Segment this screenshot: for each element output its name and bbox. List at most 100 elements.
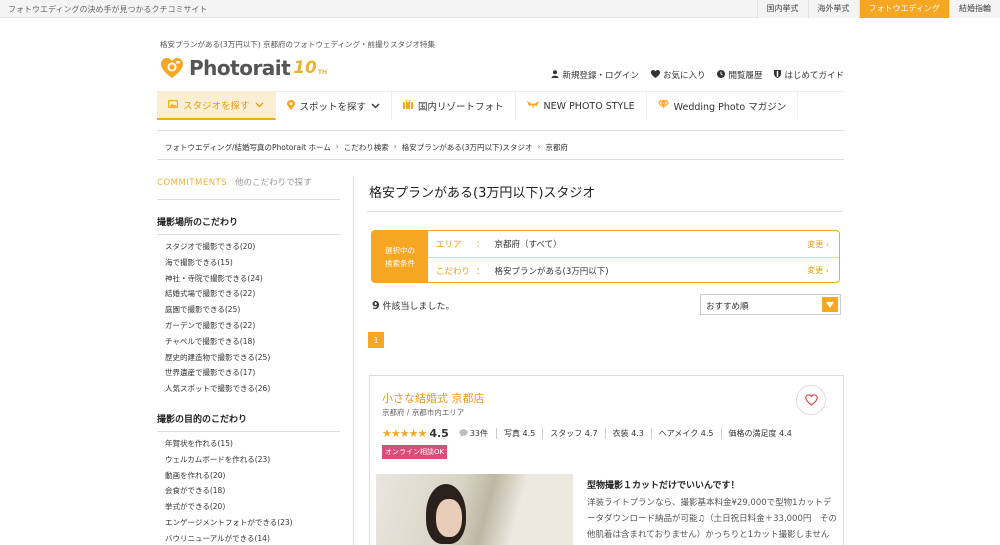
- online-consult-badge: オンライン相談OK: [382, 445, 448, 459]
- favorite-heart-icon[interactable]: [796, 385, 826, 415]
- studio-card[interactable]: 小さな結婚式 京都店 京都府 / 京都市内エリア ★★★★★ 4.5 33件 写…: [369, 375, 844, 545]
- search-conditions: 選択中の 検索条件 エリア ： 京都府（すべて） 変更 › こだわり ： 格安プラ…: [371, 230, 840, 283]
- divider: [157, 130, 844, 131]
- nav-new-photo-style[interactable]: NEW PHOTO STYLE: [516, 92, 647, 120]
- sidebar-item[interactable]: エンゲージメントフォトができる(23): [165, 515, 340, 531]
- chevron-down-icon: [255, 101, 264, 110]
- subscore-staff: スタッフ 4.7: [542, 428, 604, 439]
- logo-10th: 10: [293, 58, 317, 78]
- overall-score: 4.5: [429, 427, 449, 440]
- user-icon: [551, 69, 559, 81]
- pagination-page-1[interactable]: 1: [368, 332, 384, 348]
- change-commitment-link[interactable]: 変更 ›: [807, 265, 829, 276]
- guide-link[interactable]: はじめてガイド: [774, 69, 844, 81]
- ratings-row: ★★★★★ 4.5 33件 写真 4.5 スタッフ 4.7 衣装 4.3 ヘアメ…: [382, 427, 799, 440]
- commitments-jp: 他のこだわりで探す: [235, 178, 312, 188]
- sidebar-item[interactable]: 挙式ができる(20): [165, 499, 340, 515]
- commitments-heading: COMMITMENTS 他のこだわりで探す: [157, 176, 340, 200]
- sidebar-item[interactable]: 海で撮影できる(15): [165, 255, 340, 271]
- studio-name[interactable]: 小さな結婚式 京都店: [382, 390, 485, 406]
- logo[interactable]: Photorait 10 TH: [160, 56, 327, 80]
- top-link-photowedding[interactable]: フォトウエディング: [858, 0, 949, 18]
- top-bar: フォトウエディングの決め手が見つかるクチコミサイト 国内挙式 海外挙式 フォトウ…: [0, 0, 1000, 18]
- subscore-price: 価格の満足度 4.4: [720, 428, 799, 439]
- sidebar-list-location: スタジオで撮影できる(20) 海で撮影できる(15) 神社・寺院で撮影できる(2…: [157, 235, 340, 397]
- top-links: 国内挙式 海外挙式 フォトウエディング 結婚指輪: [756, 0, 1000, 18]
- condition-key: こだわり: [436, 266, 471, 277]
- logo-heart-icon: [160, 57, 184, 79]
- sidebar-item[interactable]: 結婚式場で撮影できる(22): [165, 286, 340, 302]
- page-description: 格安プランがある(3万円以下) 京都府のフォトウェディング・前撮りスタジオ特集: [160, 40, 435, 49]
- breadcrumb-search[interactable]: こだわり検索: [344, 142, 389, 153]
- register-login-link[interactable]: 新規登録・ログイン: [551, 69, 639, 81]
- heart-icon: [650, 69, 660, 81]
- chevron-right-icon: ›: [393, 142, 397, 151]
- user-links: 新規登録・ログイン お気に入り 閲覧履歴 はじめてガイド: [551, 69, 844, 81]
- clock-icon: [717, 69, 726, 81]
- star-rating: ★★★★★: [382, 427, 427, 440]
- chevron-right-icon: ›: [537, 142, 541, 151]
- sidebar-list-purpose: 年賀状を作れる(15) ウェルカムボードを作れる(23) 動画を作れる(20) …: [157, 432, 340, 545]
- logo-th: TH: [317, 69, 328, 76]
- result-count: 9 件該当しました。: [372, 299, 455, 312]
- condition-row-area: エリア ： 京都府（すべて） 変更 ›: [436, 239, 829, 251]
- chevron-down-icon: [371, 102, 380, 111]
- sidebar-item[interactable]: 神社・寺院で撮影できる(24): [165, 271, 340, 287]
- top-link-rings[interactable]: 結婚指輪: [949, 0, 1000, 18]
- commitments-en: COMMITMENTS: [157, 178, 228, 188]
- sidebar-item[interactable]: 庭園で撮影できる(25): [165, 302, 340, 318]
- chevron-down-icon: [822, 297, 838, 312]
- subscore-hairmake: ヘアメイク 4.5: [650, 428, 721, 439]
- studio-photo[interactable]: [376, 474, 573, 545]
- sidebar-item[interactable]: 世界遺産で撮影できる(17): [165, 365, 340, 381]
- chevron-right-icon: ›: [335, 142, 339, 151]
- sidebar-section-title-purpose: 撮影の目的のこだわり: [157, 412, 340, 432]
- logo-text: Photorait: [189, 56, 291, 80]
- condition-value: 京都府（すべて）: [494, 240, 562, 250]
- sidebar-item[interactable]: バウリニューアルができる(14): [165, 531, 340, 545]
- breadcrumb-home[interactable]: フォトウエディング/結婚写真のPhotorait ホーム: [165, 142, 331, 153]
- breadcrumb-current: 京都府: [545, 143, 568, 152]
- subscore-costume: 衣装 4.3: [604, 428, 651, 439]
- nav-wedding-photo-magazine[interactable]: Wedding Photo マガジン: [647, 92, 799, 120]
- sidebar-item[interactable]: 年賀状を作れる(15): [165, 436, 340, 452]
- map-pin-icon: [286, 99, 295, 113]
- sidebar-item[interactable]: 人気スポットで撮影できる(26): [165, 381, 340, 397]
- sidebar-item[interactable]: スタジオで撮影できる(20): [165, 239, 340, 255]
- photo-icon: [168, 99, 178, 111]
- search-conditions-label: 選択中の 検索条件: [372, 231, 428, 282]
- nav-resort-photo[interactable]: 国内リゾートフォト: [392, 92, 516, 120]
- top-link-overseas[interactable]: 海外挙式: [807, 0, 859, 18]
- favorites-link[interactable]: お気に入り: [650, 69, 705, 81]
- comment-icon: [459, 428, 468, 439]
- sidebar-item[interactable]: チャペルで撮影できる(18): [165, 334, 340, 350]
- sidebar-item[interactable]: 動画を作れる(20): [165, 468, 340, 484]
- suitcase-icon: [403, 99, 414, 112]
- subscore-photo: 写真 4.5: [496, 428, 542, 439]
- nav-studio-search[interactable]: スタジオを探す: [157, 92, 276, 120]
- studio-description-title: 型物撮影１カットだけでいいんです！: [587, 481, 740, 491]
- history-link[interactable]: 閲覧履歴: [717, 69, 762, 81]
- sidebar-item[interactable]: ウェルカムボードを作れる(23): [165, 452, 340, 468]
- breadcrumb: フォトウエディング/結婚写真のPhotorait ホーム › こだわり検索 › …: [165, 142, 568, 153]
- diamond-icon: [657, 99, 669, 112]
- sidebar-item[interactable]: 会食ができる(18): [165, 483, 340, 499]
- sidebar-item[interactable]: ガーデンで撮影できる(22): [165, 318, 340, 334]
- change-area-link[interactable]: 変更 ›: [807, 239, 829, 250]
- sidebar-item[interactable]: 歴史的建造物で撮影できる(25): [165, 350, 340, 366]
- divider: [367, 211, 843, 212]
- studio-area: 京都府 / 京都市内エリア: [382, 408, 465, 417]
- breadcrumb-category[interactable]: 格安プランがある(3万円以下)スタジオ: [402, 142, 533, 153]
- shield-icon: [774, 69, 782, 81]
- condition-value: 格安プランがある(3万円以下): [494, 266, 609, 277]
- condition-row-commitment: こだわり ： 格安プランがある(3万円以下) 変更 ›: [428, 257, 839, 282]
- sort-selected-value: おすすめ順: [706, 302, 749, 312]
- column-divider: [353, 176, 354, 545]
- review-count[interactable]: 33件: [470, 428, 488, 439]
- main-nav: スタジオを探す スポットを探す 国内リゾートフォト NEW PHOTO STYL…: [157, 91, 844, 121]
- nav-spot-search[interactable]: スポットを探す: [276, 92, 393, 120]
- divider: [157, 159, 844, 160]
- top-link-domestic[interactable]: 国内挙式: [756, 0, 808, 18]
- sort-select[interactable]: おすすめ順: [700, 294, 841, 315]
- condition-key: エリア: [436, 240, 462, 250]
